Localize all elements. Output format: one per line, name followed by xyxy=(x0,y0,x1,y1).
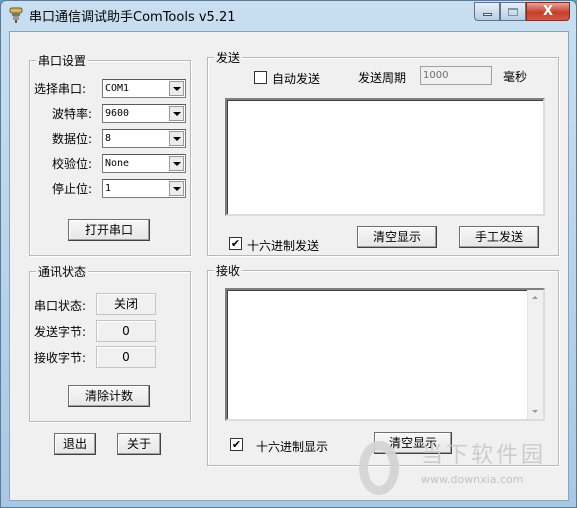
maximize-button[interactable] xyxy=(500,2,526,21)
chevron-down-icon[interactable] xyxy=(169,181,184,196)
serial-settings-group: 串口设置 选择串口: COM1 波特率: 9600 数据位: 8 校验位: No… xyxy=(29,52,191,256)
open-port-button[interactable]: 打开串口 xyxy=(68,219,150,241)
databits-label: 数据位: xyxy=(52,132,93,146)
received-bytes-label: 接收字节: xyxy=(34,351,87,365)
port-select[interactable]: COM1 xyxy=(102,79,186,98)
sent-bytes-label: 发送字节: xyxy=(34,325,87,339)
window-title: 串口通信调试助手ComTools v5.21 xyxy=(29,10,236,25)
watermark-logo-icon xyxy=(358,441,399,495)
sent-bytes-value: 0 xyxy=(96,320,156,342)
send-period-input[interactable]: 1000 xyxy=(420,66,492,85)
scroll-down-icon[interactable] xyxy=(532,410,538,413)
chevron-down-icon[interactable] xyxy=(169,106,184,121)
chevron-down-icon[interactable] xyxy=(169,81,184,96)
auto-send-label[interactable]: 自动发送 xyxy=(272,70,320,87)
chevron-down-icon[interactable] xyxy=(169,156,184,171)
minimize-icon xyxy=(482,13,492,16)
stopbits-value: 1 xyxy=(105,183,112,194)
hex-send-label[interactable]: 十六进制发送 xyxy=(247,237,319,254)
title-bar[interactable]: 串口通信调试助手ComTools v5.21 X xyxy=(1,1,576,29)
chevron-down-icon[interactable] xyxy=(169,131,184,146)
send-period-label: 发送周期 xyxy=(358,71,407,85)
receive-scrollbar[interactable] xyxy=(527,290,543,419)
hex-display-label[interactable]: 十六进制显示 xyxy=(256,438,328,455)
serial-settings-legend: 串口设置 xyxy=(36,52,89,69)
port-value: COM1 xyxy=(105,83,130,94)
watermark-name: 当下软件园 xyxy=(420,443,546,468)
app-window: 串口通信调试助手ComTools v5.21 X 串口设置 选择串口: COM1… xyxy=(0,0,577,508)
parity-label: 校验位: xyxy=(52,157,93,171)
watermark: 当下软件园 www.downxia.com xyxy=(358,437,546,495)
watermark-url: www.downxia.com xyxy=(420,473,524,486)
hex-display-checkbox[interactable]: ✔ xyxy=(230,438,243,451)
client-area: 串口设置 选择串口: COM1 波特率: 9600 数据位: 8 校验位: No… xyxy=(9,31,569,501)
hex-send-checkbox[interactable]: ✔ xyxy=(229,237,242,250)
send-legend: 发送 xyxy=(214,49,243,66)
close-icon: X xyxy=(542,4,554,19)
clear-send-button[interactable]: 清空显示 xyxy=(357,226,437,248)
baud-label: 波特率: xyxy=(52,107,93,121)
maximize-icon xyxy=(508,7,518,16)
baud-value: 9600 xyxy=(105,108,130,119)
exit-button[interactable]: 退出 xyxy=(54,433,96,455)
period-unit-label: 毫秒 xyxy=(503,70,528,84)
parity-select[interactable]: None xyxy=(102,154,186,173)
port-status-value: 关闭 xyxy=(96,293,156,315)
parity-value: None xyxy=(105,158,130,169)
send-group: 发送 自动发送 发送周期 1000 毫秒 ✔ 十六进制发送 清空显示 手工发送 xyxy=(207,49,559,256)
send-textarea[interactable] xyxy=(225,98,545,216)
manual-send-button[interactable]: 手工发送 xyxy=(459,226,539,248)
databits-value: 8 xyxy=(105,133,112,144)
port-status-label: 串口状态: xyxy=(34,299,87,313)
auto-send-checkbox[interactable] xyxy=(254,71,267,84)
received-bytes-value: 0 xyxy=(96,346,156,368)
receive-textarea[interactable] xyxy=(225,288,545,421)
receive-legend: 接收 xyxy=(214,262,243,279)
comm-status-group: 通讯状态 串口状态: 关闭 发送字节: 0 接收字节: 0 清除计数 xyxy=(29,263,191,422)
scroll-up-icon[interactable] xyxy=(532,296,538,299)
databits-select[interactable]: 8 xyxy=(102,129,186,148)
comm-status-legend: 通讯状态 xyxy=(36,263,89,280)
stopbits-select[interactable]: 1 xyxy=(102,179,186,198)
stopbits-label: 停止位: xyxy=(52,182,93,196)
minimize-button[interactable] xyxy=(474,2,500,21)
about-button[interactable]: 关于 xyxy=(117,433,161,455)
port-label: 选择串口: xyxy=(34,82,87,96)
clear-count-button[interactable]: 清除计数 xyxy=(68,385,150,407)
app-icon xyxy=(9,7,23,23)
close-button[interactable]: X xyxy=(526,2,570,21)
baud-select[interactable]: 9600 xyxy=(102,104,186,123)
